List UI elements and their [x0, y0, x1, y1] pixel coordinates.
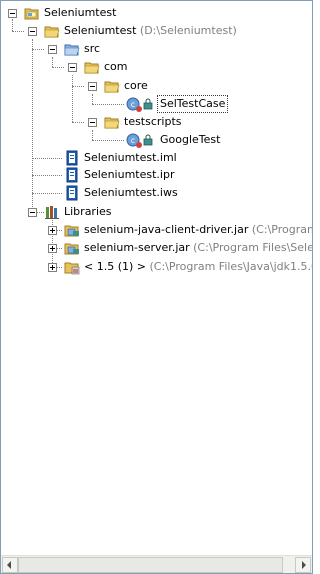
lock-icon [143, 98, 153, 110]
project-tree: Seleniumtest Seleniumtest (D:\Seleniumte… [1, 1, 312, 555]
ipr-label: Seleniumtest.ipr [84, 168, 175, 181]
jar-icon [64, 225, 79, 237]
scroll-left-button[interactable] [2, 557, 18, 573]
tree-node-libraries[interactable]: Libraries [1, 203, 312, 221]
collapse-toggle[interactable] [28, 208, 37, 217]
iml-label: Seleniumtest.iml [84, 151, 177, 164]
tree-node-src[interactable]: src [1, 40, 312, 58]
collapse-toggle[interactable] [68, 63, 77, 72]
seltestcase-label: SelTestCase [157, 95, 229, 113]
class-icon: c [126, 97, 142, 112]
jdk-icon [64, 262, 80, 275]
src-label: src [84, 42, 101, 55]
libraries-label: Libraries [64, 205, 112, 218]
lib2-label: selenium-server.jar (C:\Program Files\Se… [82, 239, 313, 257]
tree-node-iml[interactable]: Seleniumtest.iml [1, 149, 312, 167]
scrollbar-thumb[interactable] [18, 557, 283, 573]
tree-node-com[interactable]: com [1, 58, 312, 76]
tree-node-lib-java-client[interactable]: selenium-java-client-driver.jar (C:\Prog… [1, 221, 312, 239]
arrow-left-icon [7, 561, 11, 569]
expand-toggle[interactable] [48, 226, 57, 235]
lib2-path: (C:\Program Files\Selenium [193, 241, 313, 254]
expand-toggle[interactable] [48, 244, 57, 253]
lib1-path: (C:\Program File [251, 223, 313, 236]
tree-node-jdk[interactable]: < 1.5 (1) > (C:\Program Files\Java\jdk1.… [1, 258, 312, 276]
jar-icon [64, 243, 79, 255]
tree-node-googletest[interactable]: c GoogleTest [1, 131, 312, 149]
collapse-toggle[interactable] [8, 9, 17, 18]
module-folder-icon [44, 26, 60, 38]
arrow-right-icon [302, 561, 306, 569]
package-icon [104, 81, 120, 93]
tree-node-seltestcase[interactable]: c SelTestCase [1, 95, 312, 113]
libraries-icon [45, 206, 59, 219]
horizontal-scrollbar[interactable] [1, 555, 312, 573]
collapse-toggle[interactable] [88, 82, 97, 91]
xml-file-icon [66, 185, 78, 201]
com-label: com [104, 60, 128, 73]
core-label: core [124, 79, 148, 92]
svg-text:c: c [131, 100, 135, 109]
tree-node-project[interactable]: Seleniumtest [1, 4, 312, 22]
googletest-label: GoogleTest [160, 133, 221, 146]
project-icon [24, 8, 39, 20]
expand-toggle[interactable] [48, 263, 57, 272]
project-tree-panel: Seleniumtest Seleniumtest (D:\Seleniumte… [0, 0, 313, 574]
collapse-toggle[interactable] [88, 118, 97, 127]
lib3-label: < 1.5 (1) > (C:\Program Files\Java\jdk1.… [82, 258, 313, 276]
tree-node-core[interactable]: core [1, 77, 312, 95]
collapse-toggle[interactable] [48, 45, 57, 54]
collapse-toggle[interactable] [28, 27, 37, 36]
project-name: Seleniumtest [44, 6, 117, 19]
iws-label: Seleniumtest.iws [84, 186, 178, 199]
tree-node-lib-server[interactable]: selenium-server.jar (C:\Program Files\Se… [1, 239, 312, 257]
lib3-path: (C:\Program Files\Java\jdk1.5.0_0 [149, 260, 313, 273]
svg-text:c: c [131, 136, 135, 145]
source-folder-icon [64, 44, 80, 56]
scroll-right-button[interactable] [295, 557, 311, 573]
lock-icon [143, 134, 153, 146]
lib1-label: selenium-java-client-driver.jar (C:\Prog… [82, 221, 313, 239]
lib1-name: selenium-java-client-driver.jar [84, 223, 249, 236]
testscripts-label: testscripts [124, 115, 182, 128]
tree-node-iws[interactable]: Seleniumtest.iws [1, 184, 312, 202]
xml-file-icon [66, 150, 78, 166]
xml-file-icon [66, 167, 78, 183]
module-label: Seleniumtest (D:\Seleniumtest) [62, 22, 239, 40]
class-icon: c [126, 133, 142, 148]
lib3-name: < 1.5 (1) > [84, 260, 146, 273]
package-icon [104, 117, 120, 129]
module-name: Seleniumtest [64, 24, 137, 37]
lib2-name: selenium-server.jar [84, 241, 190, 254]
tree-node-module[interactable]: Seleniumtest (D:\Seleniumtest) [1, 22, 312, 40]
tree-node-testscripts[interactable]: testscripts [1, 113, 312, 131]
module-path: (D:\Seleniumtest) [139, 24, 237, 37]
tree-node-ipr[interactable]: Seleniumtest.ipr [1, 166, 312, 184]
package-icon [84, 62, 100, 74]
